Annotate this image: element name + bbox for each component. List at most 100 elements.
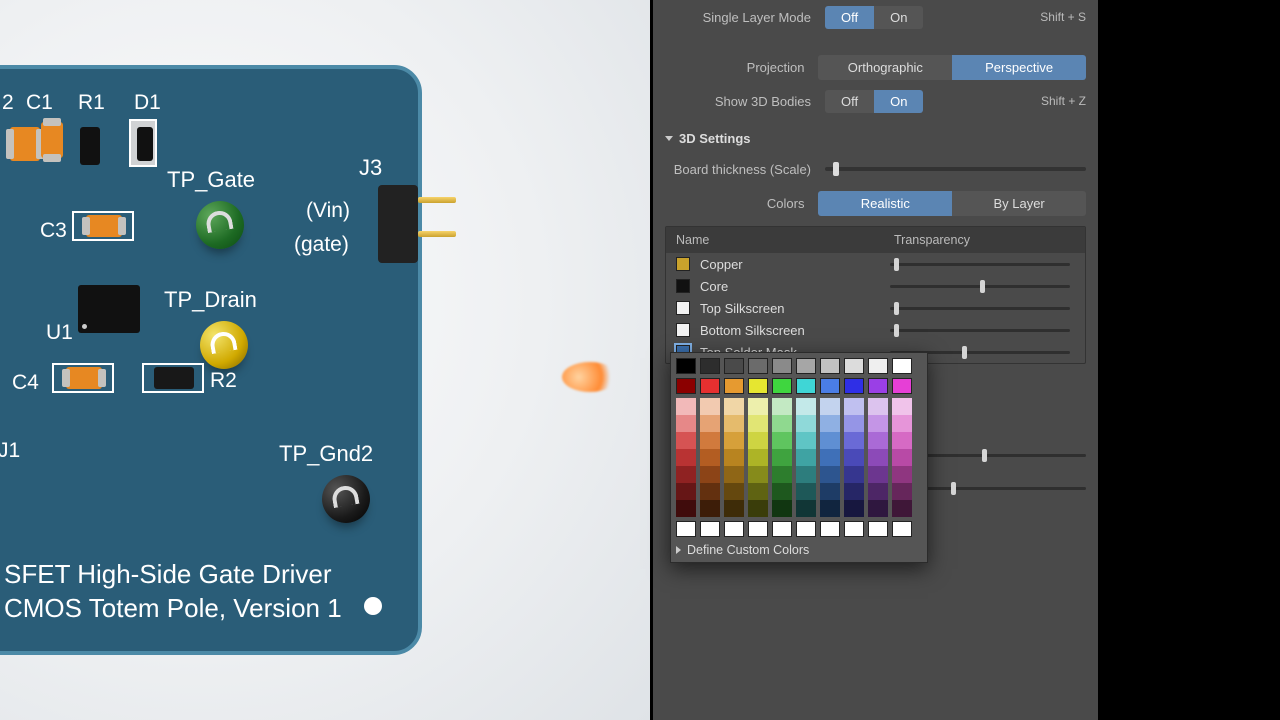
color-swatch[interactable] bbox=[844, 378, 864, 394]
color-swatch[interactable] bbox=[796, 521, 816, 537]
color-swatch[interactable] bbox=[676, 398, 696, 415]
color-swatch[interactable] bbox=[700, 378, 720, 394]
show3d-off[interactable]: Off bbox=[825, 90, 874, 113]
color-swatch[interactable] bbox=[724, 483, 744, 500]
layer-color-swatch[interactable] bbox=[676, 279, 690, 293]
color-picker-popup[interactable]: Define Custom Colors bbox=[670, 352, 928, 563]
color-swatch[interactable] bbox=[700, 449, 720, 466]
layer-transparency-slider[interactable] bbox=[890, 285, 1070, 288]
color-swatch[interactable] bbox=[844, 415, 864, 432]
color-swatch[interactable] bbox=[820, 500, 840, 517]
color-swatch[interactable] bbox=[820, 449, 840, 466]
color-swatch[interactable] bbox=[892, 358, 912, 374]
color-swatch[interactable] bbox=[700, 500, 720, 517]
color-swatch[interactable] bbox=[820, 521, 840, 537]
color-swatch[interactable] bbox=[748, 378, 768, 394]
color-swatch[interactable] bbox=[892, 466, 912, 483]
color-swatch[interactable] bbox=[820, 378, 840, 394]
color-swatch[interactable] bbox=[796, 466, 816, 483]
section-3d-settings[interactable]: 3D Settings bbox=[665, 124, 1086, 152]
layer-transparency-slider[interactable] bbox=[890, 263, 1070, 266]
color-swatch[interactable] bbox=[748, 415, 768, 432]
color-swatch[interactable] bbox=[820, 415, 840, 432]
color-swatch[interactable] bbox=[748, 521, 768, 537]
layer-row[interactable]: Bottom Silkscreen bbox=[666, 319, 1085, 341]
color-swatch[interactable] bbox=[676, 415, 696, 432]
color-swatch[interactable] bbox=[772, 398, 792, 415]
color-swatch[interactable] bbox=[796, 483, 816, 500]
color-swatch[interactable] bbox=[796, 358, 816, 374]
color-swatch[interactable] bbox=[700, 432, 720, 449]
color-swatch[interactable] bbox=[868, 378, 888, 394]
color-swatch[interactable] bbox=[724, 432, 744, 449]
color-swatch[interactable] bbox=[868, 358, 888, 374]
color-swatch[interactable] bbox=[676, 378, 696, 394]
color-swatch[interactable] bbox=[676, 358, 696, 374]
projection-toggle[interactable]: Orthographic Perspective bbox=[818, 55, 1086, 80]
color-swatch[interactable] bbox=[724, 521, 744, 537]
color-swatch[interactable] bbox=[700, 483, 720, 500]
color-swatch[interactable] bbox=[748, 449, 768, 466]
color-swatch[interactable] bbox=[700, 398, 720, 415]
color-swatch[interactable] bbox=[844, 500, 864, 517]
extra-slider-1[interactable] bbox=[906, 454, 1086, 457]
layer-transparency-slider[interactable] bbox=[890, 329, 1070, 332]
color-swatch[interactable] bbox=[772, 358, 792, 374]
color-swatch[interactable] bbox=[892, 432, 912, 449]
color-swatch[interactable] bbox=[748, 483, 768, 500]
color-swatch[interactable] bbox=[772, 466, 792, 483]
color-swatch[interactable] bbox=[748, 432, 768, 449]
color-swatch[interactable] bbox=[724, 398, 744, 415]
show3d-on[interactable]: On bbox=[874, 90, 923, 113]
color-swatch[interactable] bbox=[772, 483, 792, 500]
projection-persp[interactable]: Perspective bbox=[952, 55, 1086, 80]
color-swatch[interactable] bbox=[868, 500, 888, 517]
color-swatch[interactable] bbox=[748, 358, 768, 374]
color-swatch[interactable] bbox=[700, 466, 720, 483]
colors-toggle[interactable]: Realistic By Layer bbox=[818, 191, 1086, 216]
color-swatch[interactable] bbox=[796, 378, 816, 394]
color-swatch[interactable] bbox=[868, 432, 888, 449]
color-swatch[interactable] bbox=[892, 398, 912, 415]
color-swatch[interactable] bbox=[868, 398, 888, 415]
color-swatch[interactable] bbox=[796, 398, 816, 415]
color-swatch[interactable] bbox=[796, 449, 816, 466]
color-swatch[interactable] bbox=[676, 432, 696, 449]
layer-row[interactable]: Copper bbox=[666, 253, 1085, 275]
define-custom-colors[interactable]: Define Custom Colors bbox=[676, 541, 922, 557]
color-swatch[interactable] bbox=[748, 398, 768, 415]
color-swatch[interactable] bbox=[868, 521, 888, 537]
color-swatch[interactable] bbox=[892, 378, 912, 394]
color-swatch[interactable] bbox=[820, 483, 840, 500]
color-swatch[interactable] bbox=[844, 483, 864, 500]
pcb-3d-viewport[interactable]: 2 C1 R1 D1 TP_Gate J3 (Vin) (gate) C3 U1 bbox=[0, 0, 650, 720]
color-swatch[interactable] bbox=[772, 432, 792, 449]
color-swatch[interactable] bbox=[772, 449, 792, 466]
color-swatch[interactable] bbox=[700, 521, 720, 537]
color-swatch[interactable] bbox=[844, 521, 864, 537]
color-swatch[interactable] bbox=[724, 358, 744, 374]
colors-realistic[interactable]: Realistic bbox=[818, 191, 952, 216]
color-swatch[interactable] bbox=[676, 521, 696, 537]
color-swatch[interactable] bbox=[820, 398, 840, 415]
color-swatch[interactable] bbox=[868, 483, 888, 500]
color-swatch[interactable] bbox=[748, 466, 768, 483]
color-swatch[interactable] bbox=[676, 483, 696, 500]
layer-color-swatch[interactable] bbox=[676, 257, 690, 271]
color-swatch[interactable] bbox=[892, 521, 912, 537]
layer-transparency-slider[interactable] bbox=[890, 307, 1070, 310]
extra-slider-2[interactable] bbox=[906, 487, 1086, 490]
color-swatch[interactable] bbox=[820, 358, 840, 374]
color-swatch[interactable] bbox=[724, 378, 744, 394]
color-swatch[interactable] bbox=[676, 449, 696, 466]
color-swatch[interactable] bbox=[892, 449, 912, 466]
color-swatch[interactable] bbox=[772, 521, 792, 537]
color-swatch[interactable] bbox=[724, 449, 744, 466]
color-swatch[interactable] bbox=[676, 500, 696, 517]
color-swatch[interactable] bbox=[796, 500, 816, 517]
color-swatch[interactable] bbox=[892, 483, 912, 500]
color-swatch[interactable] bbox=[892, 415, 912, 432]
color-swatch[interactable] bbox=[844, 432, 864, 449]
single-layer-on[interactable]: On bbox=[874, 6, 923, 29]
color-swatch[interactable] bbox=[844, 398, 864, 415]
